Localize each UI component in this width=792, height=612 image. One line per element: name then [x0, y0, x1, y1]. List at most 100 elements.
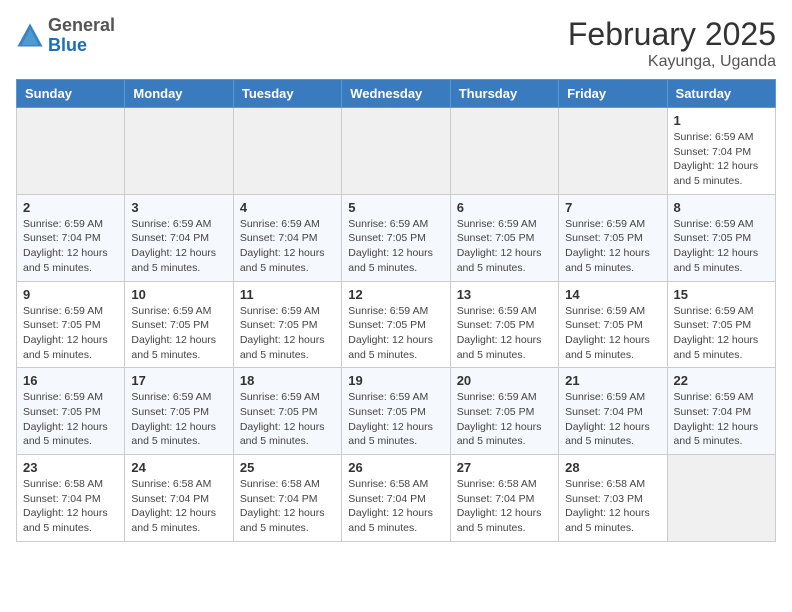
calendar-week-row: 23 Sunrise: 6:58 AMSunset: 7:04 PMDayligh…	[17, 455, 776, 542]
calendar-cell: 19 Sunrise: 6:59 AMSunset: 7:05 PMDayligh…	[342, 368, 450, 455]
day-info: Sunrise: 6:59 AMSunset: 7:05 PMDaylight:…	[131, 304, 226, 363]
day-number: 2	[23, 200, 118, 215]
calendar-cell	[450, 108, 558, 195]
day-info: Sunrise: 6:59 AMSunset: 7:04 PMDaylight:…	[240, 217, 335, 276]
calendar-cell: 4 Sunrise: 6:59 AMSunset: 7:04 PMDaylight…	[233, 194, 341, 281]
calendar-subtitle: Kayunga, Uganda	[568, 53, 776, 71]
day-info: Sunrise: 6:59 AMSunset: 7:05 PMDaylight:…	[457, 304, 552, 363]
calendar-cell: 14Sunrise: 6:59 AMSunset: 7:05 PMDayligh…	[559, 281, 667, 368]
day-info: Sunrise: 6:59 AMSunset: 7:04 PMDaylight:…	[674, 130, 769, 189]
calendar-title: February 2025	[568, 16, 776, 53]
calendar-cell: 3 Sunrise: 6:59 AMSunset: 7:04 PMDaylight…	[125, 194, 233, 281]
weekday-header-tuesday: Tuesday	[233, 80, 341, 108]
day-info: Sunrise: 6:59 AMSunset: 7:05 PMDaylight:…	[348, 304, 443, 363]
day-number: 14	[565, 287, 660, 302]
day-number: 10	[131, 287, 226, 302]
day-number: 22	[674, 373, 769, 388]
page-header: General Blue February 2025 Kayunga, Ugan…	[16, 16, 776, 71]
day-info: Sunrise: 6:59 AMSunset: 7:04 PMDaylight:…	[565, 390, 660, 449]
day-info: Sunrise: 6:58 AMSunset: 7:04 PMDaylight:…	[348, 477, 443, 536]
day-number: 4	[240, 200, 335, 215]
day-info: Sunrise: 6:59 AMSunset: 7:05 PMDaylight:…	[131, 390, 226, 449]
calendar-cell: 9Sunrise: 6:59 AMSunset: 7:05 PMDaylight…	[17, 281, 125, 368]
calendar-cell: 1 Sunrise: 6:59 AMSunset: 7:04 PMDaylight…	[667, 108, 775, 195]
calendar-cell: 15 Sunrise: 6:59 AMSunset: 7:05 PMDayligh…	[667, 281, 775, 368]
day-number: 15	[674, 287, 769, 302]
calendar-cell	[17, 108, 125, 195]
day-number: 20	[457, 373, 552, 388]
day-info: Sunrise: 6:59 AMSunset: 7:05 PMDaylight:…	[457, 390, 552, 449]
title-block: February 2025 Kayunga, Uganda	[568, 16, 776, 71]
day-number: 5	[348, 200, 443, 215]
weekday-header-saturday: Saturday	[667, 80, 775, 108]
day-info: Sunrise: 6:59 AMSunset: 7:05 PMDaylight:…	[348, 217, 443, 276]
calendar-cell	[233, 108, 341, 195]
day-number: 21	[565, 373, 660, 388]
calendar-cell: 24 Sunrise: 6:58 AMSunset: 7:04 PMDayligh…	[125, 455, 233, 542]
day-info: Sunrise: 6:58 AMSunset: 7:03 PMDaylight:…	[565, 477, 660, 536]
calendar-cell: 22 Sunrise: 6:59 AMSunset: 7:04 PMDayligh…	[667, 368, 775, 455]
day-number: 1	[674, 113, 769, 128]
day-info: Sunrise: 6:59 AMSunset: 7:05 PMDaylight:…	[23, 390, 118, 449]
weekday-header-thursday: Thursday	[450, 80, 558, 108]
day-number: 7	[565, 200, 660, 215]
calendar-week-row: 16 Sunrise: 6:59 AMSunset: 7:05 PMDayligh…	[17, 368, 776, 455]
day-number: 6	[457, 200, 552, 215]
calendar-cell	[559, 108, 667, 195]
calendar-cell	[342, 108, 450, 195]
day-info: Sunrise: 6:59 AMSunset: 7:05 PMDaylight:…	[674, 217, 769, 276]
day-info: Sunrise: 6:59 AMSunset: 7:05 PMDaylight:…	[240, 390, 335, 449]
day-info: Sunrise: 6:59 AMSunset: 7:04 PMDaylight:…	[23, 217, 118, 276]
calendar-cell	[667, 455, 775, 542]
day-info: Sunrise: 6:59 AMSunset: 7:04 PMDaylight:…	[674, 390, 769, 449]
day-number: 27	[457, 460, 552, 475]
day-number: 8	[674, 200, 769, 215]
day-number: 26	[348, 460, 443, 475]
calendar-week-row: 2 Sunrise: 6:59 AMSunset: 7:04 PMDaylight…	[17, 194, 776, 281]
weekday-header-wednesday: Wednesday	[342, 80, 450, 108]
calendar-week-row: 1 Sunrise: 6:59 AMSunset: 7:04 PMDaylight…	[17, 108, 776, 195]
calendar-cell: 23 Sunrise: 6:58 AMSunset: 7:04 PMDayligh…	[17, 455, 125, 542]
day-info: Sunrise: 6:58 AMSunset: 7:04 PMDaylight:…	[131, 477, 226, 536]
calendar-cell: 11 Sunrise: 6:59 AMSunset: 7:05 PMDayligh…	[233, 281, 341, 368]
calendar-cell: 2 Sunrise: 6:59 AMSunset: 7:04 PMDaylight…	[17, 194, 125, 281]
calendar-cell: 16 Sunrise: 6:59 AMSunset: 7:05 PMDayligh…	[17, 368, 125, 455]
day-info: Sunrise: 6:59 AMSunset: 7:05 PMDaylight:…	[240, 304, 335, 363]
day-number: 3	[131, 200, 226, 215]
calendar-cell: 27Sunrise: 6:58 AMSunset: 7:04 PMDayligh…	[450, 455, 558, 542]
calendar-table: SundayMondayTuesdayWednesdayThursdayFrid…	[16, 79, 776, 542]
weekday-header-friday: Friday	[559, 80, 667, 108]
day-info: Sunrise: 6:58 AMSunset: 7:04 PMDaylight:…	[23, 477, 118, 536]
day-number: 9	[23, 287, 118, 302]
day-number: 28	[565, 460, 660, 475]
logo: General Blue	[16, 16, 115, 56]
calendar-cell: 10 Sunrise: 6:59 AMSunset: 7:05 PMDayligh…	[125, 281, 233, 368]
day-number: 11	[240, 287, 335, 302]
day-number: 16	[23, 373, 118, 388]
weekday-header-monday: Monday	[125, 80, 233, 108]
logo-icon	[16, 22, 44, 50]
day-info: Sunrise: 6:59 AMSunset: 7:05 PMDaylight:…	[565, 217, 660, 276]
calendar-cell: 7 Sunrise: 6:59 AMSunset: 7:05 PMDaylight…	[559, 194, 667, 281]
calendar-cell: 25 Sunrise: 6:58 AMSunset: 7:04 PMDayligh…	[233, 455, 341, 542]
day-number: 24	[131, 460, 226, 475]
day-info: Sunrise: 6:58 AMSunset: 7:04 PMDaylight:…	[240, 477, 335, 536]
day-info: Sunrise: 6:59 AMSunset: 7:05 PMDaylight:…	[348, 390, 443, 449]
day-info: Sunrise: 6:59 AMSunset: 7:04 PMDaylight:…	[131, 217, 226, 276]
calendar-week-row: 9 Sunrise: 6:59 AMSunset: 7:05 PMDaylight…	[17, 281, 776, 368]
calendar-cell: 13Sunrise: 6:59 AMSunset: 7:05 PMDayligh…	[450, 281, 558, 368]
calendar-cell: 20 Sunrise: 6:59 AMSunset: 7:05 PMDayligh…	[450, 368, 558, 455]
day-info: Sunrise: 6:59 AMSunset: 7:05 PMDaylight:…	[674, 304, 769, 363]
calendar-cell: 17Sunrise: 6:59 AMSunset: 7:05 PMDayligh…	[125, 368, 233, 455]
calendar-cell: 12Sunrise: 6:59 AMSunset: 7:05 PMDayligh…	[342, 281, 450, 368]
calendar-cell: 5 Sunrise: 6:59 AMSunset: 7:05 PMDaylight…	[342, 194, 450, 281]
day-number: 19	[348, 373, 443, 388]
calendar-cell: 28 Sunrise: 6:58 AMSunset: 7:03 PMDayligh…	[559, 455, 667, 542]
day-number: 18	[240, 373, 335, 388]
calendar-cell: 6Sunrise: 6:59 AMSunset: 7:05 PMDaylight…	[450, 194, 558, 281]
calendar-cell: 26 Sunrise: 6:58 AMSunset: 7:04 PMDayligh…	[342, 455, 450, 542]
day-number: 25	[240, 460, 335, 475]
calendar-cell: 21 Sunrise: 6:59 AMSunset: 7:04 PMDayligh…	[559, 368, 667, 455]
day-number: 23	[23, 460, 118, 475]
weekday-header-sunday: Sunday	[17, 80, 125, 108]
